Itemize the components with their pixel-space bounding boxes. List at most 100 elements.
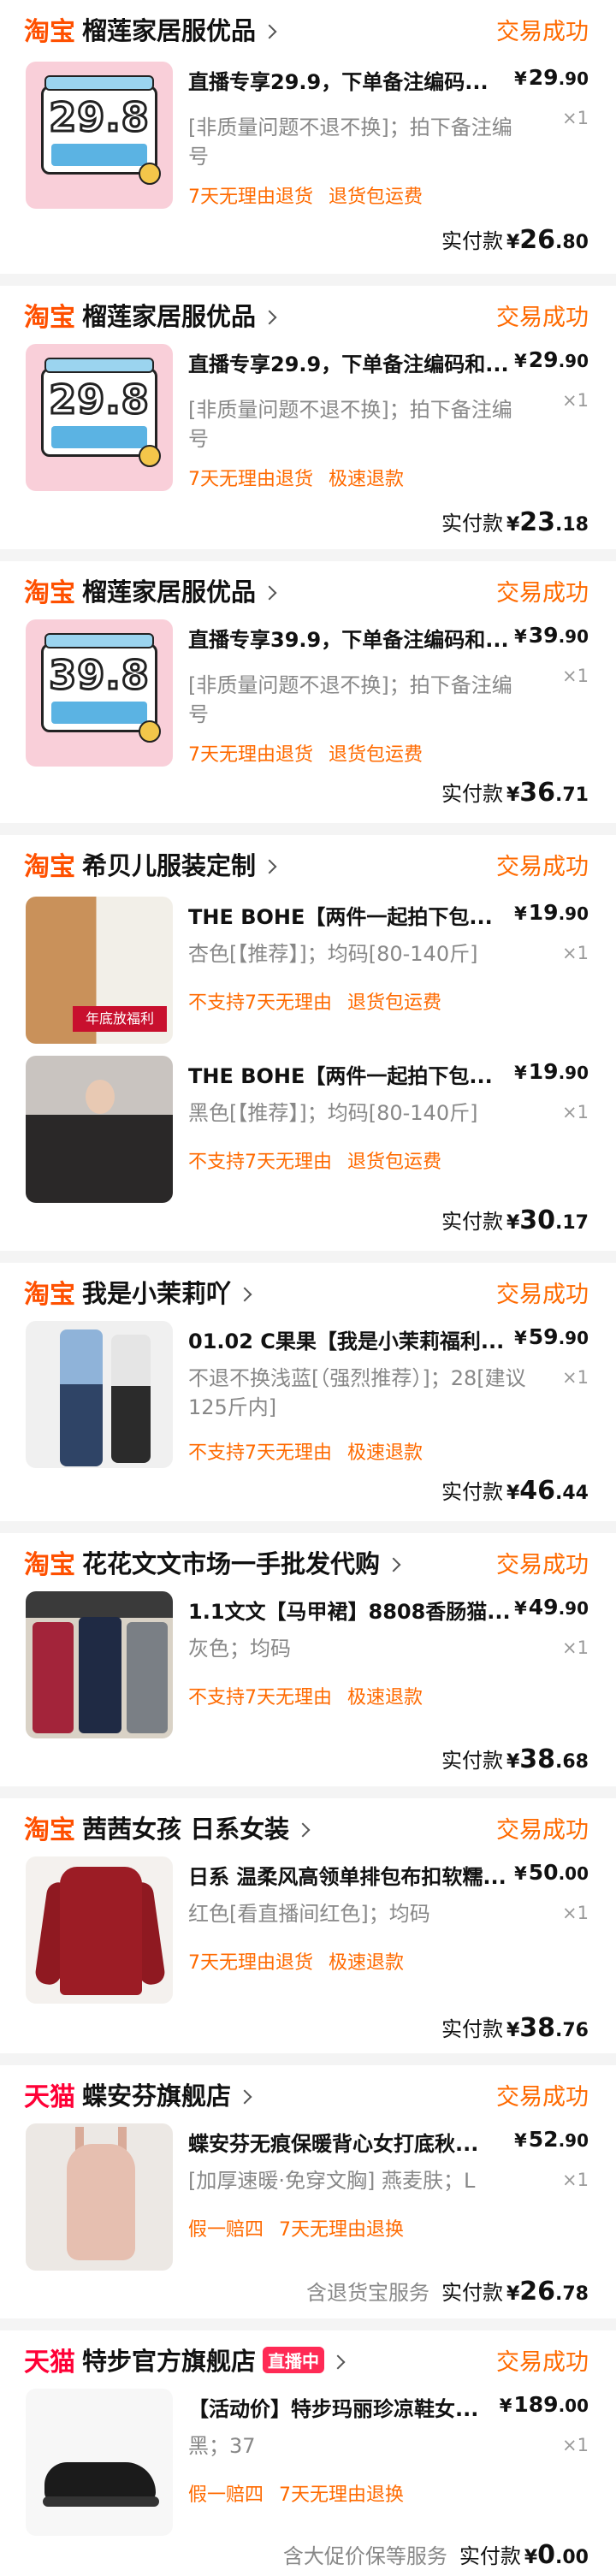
product-title[interactable]: THE BOHE【两件一起拍下包...: [188, 900, 513, 930]
chevron-right-icon: [330, 2354, 346, 2370]
platform-logo: 天猫: [24, 2082, 75, 2112]
shop-name[interactable]: 希贝儿服装定制: [82, 846, 277, 882]
shop-header[interactable]: 淘宝 榴莲家居服优品 交易成功: [0, 572, 616, 608]
order-item[interactable]: 年底放福利 THE BOHE【两件一起拍下包... ¥19.90 杏色[【推荐】]；均…: [0, 897, 616, 1051]
order-item[interactable]: 1.1文文【马甲裙】8808香肠猫... ¥49.90 灰色；均码 ×1 不支持7天无理…: [0, 1591, 616, 1745]
shop-name[interactable]: 蝶安芬旗舰店: [82, 2076, 252, 2112]
product-thumbnail[interactable]: [26, 1591, 173, 1738]
order-card[interactable]: 天猫 蝶安芬旗舰店 交易成功蝶安芬无痕保暖背心女打底秋... ¥52.90 [加厚速暖·…: [0, 2065, 616, 2318]
order-status: 交易成功: [496, 1551, 589, 1578]
order-status: 交易成功: [496, 2348, 589, 2376]
paid-label: 实付款: [441, 2281, 503, 2305]
price-integer: 19: [528, 900, 559, 925]
paid-integer: 0: [537, 2540, 556, 2570]
order-card[interactable]: 淘宝 榴莲家居服优品 交易成功 39.8 直播专享39.9，下单备注编码和... ¥39.…: [0, 561, 616, 823]
order-item[interactable]: 日系 温柔风高领单排包布扣软糯... ¥50.00 红色[看直播间红色]；均码 ×1 7…: [0, 1856, 616, 2010]
shop-name[interactable]: 特步官方旗舰店 直播中: [82, 2342, 346, 2378]
product-quantity: ×1: [562, 1637, 589, 1658]
price-decimal: .90: [558, 1598, 589, 1619]
service-tags: 7天无理由退货 退货包运费: [188, 739, 438, 767]
thumbnail-banner: [44, 358, 154, 373]
price-integer: 50: [528, 1860, 559, 1885]
shop-name-text: 榴莲家居服优品: [82, 577, 257, 607]
service-tag: 极速退款: [329, 1952, 405, 1974]
service-tag: 7天无理由退货: [188, 187, 313, 208]
product-thumbnail[interactable]: 年底放福利: [26, 897, 173, 1044]
product-title[interactable]: 直播专享29.9，下单备注编码和...: [188, 347, 513, 377]
product-title[interactable]: THE BOHE【两件一起拍下包...: [188, 1059, 513, 1089]
service-note: 含大促价保等服务: [282, 2544, 447, 2568]
paid-integer: 23: [519, 507, 556, 537]
product-thumbnail[interactable]: [26, 1321, 173, 1468]
product-thumbnail[interactable]: 29.8: [26, 62, 173, 209]
paid-label: 实付款: [459, 2544, 521, 2568]
shop-name[interactable]: 我是小茉莉吖: [82, 1274, 252, 1310]
shop-header[interactable]: 淘宝 我是小茉莉吖 交易成功: [0, 1274, 616, 1310]
paid-amount-row: 含退货宝服务 实付款 ¥26.78: [306, 2276, 589, 2307]
service-tags: 7天无理由退货 极速退款: [188, 464, 419, 491]
price-decimal: .90: [558, 68, 589, 89]
order-status: 交易成功: [496, 1816, 589, 1844]
order-card[interactable]: 淘宝 榴莲家居服优品 交易成功 29.8 直播专享29.9，下单备注编码和... ¥29.…: [0, 286, 616, 549]
order-card[interactable]: 淘宝 希贝儿服装定制 交易成功 年底放福利 THE BOHE【两件一起拍下包... ¥19…: [0, 835, 616, 1251]
order-card[interactable]: 淘宝 茜茜女孩 日系女装 交易成功 日系 温柔风高领单排包布扣软糯... ¥50.00 红…: [0, 1798, 616, 2053]
order-item[interactable]: 29.8 直播专享29.9，下单备注编码... ¥29.90 [非质量问题不退不换]；…: [0, 62, 616, 216]
paid-label: 实付款: [441, 1480, 503, 1504]
price-decimal: .90: [558, 351, 589, 371]
product-title[interactable]: 01.02 C果果【我是小茉莉福利...: [188, 1324, 513, 1354]
order-card[interactable]: 淘宝 花花文文市场一手批发代购 交易成功 1.1文文【马甲裙】8808香肠猫... ¥4…: [0, 1533, 616, 1786]
order-item[interactable]: 蝶安芬无痕保暖背心女打底秋... ¥52.90 [加厚速暖·免穿文胸] 燕麦肤；L ×…: [0, 2123, 616, 2277]
product-title[interactable]: 【活动价】特步玛丽珍凉鞋女...: [188, 2392, 513, 2422]
order-item[interactable]: 01.02 C果果【我是小茉莉福利... ¥59.90 不退不换浅蓝[（强烈推荐）]…: [0, 1321, 616, 1475]
shop-header[interactable]: 淘宝 榴莲家居服优品 交易成功: [0, 11, 616, 47]
product-thumbnail[interactable]: [26, 1056, 173, 1203]
currency-symbol: ¥: [506, 514, 520, 536]
chevron-right-icon: [262, 310, 277, 325]
model-figure: [60, 1329, 103, 1466]
product-thumbnail[interactable]: 29.8: [26, 344, 173, 491]
shop-name[interactable]: 榴莲家居服优品: [82, 297, 277, 333]
shop-name[interactable]: 茜茜女孩 日系女装: [82, 1809, 311, 1845]
paid-amount-row: 实付款 ¥38.68: [441, 1744, 589, 1774]
order-item[interactable]: 【活动价】特步玛丽珍凉鞋女... ¥189.00 黑；37 ×1 假一赔四 7天无理由退换: [0, 2389, 616, 2543]
shop-name[interactable]: 榴莲家居服优品: [82, 572, 277, 608]
platform-logo: 淘宝: [24, 17, 75, 47]
currency-symbol: ¥: [514, 2130, 527, 2151]
product-title[interactable]: 直播专享29.9，下单备注编码...: [188, 65, 513, 95]
product-title[interactable]: 1.1文文【马甲裙】8808香肠猫...: [188, 1595, 513, 1625]
order-item[interactable]: THE BOHE【两件一起拍下包... ¥19.90 黑色[【推荐】]；均码[80-…: [0, 1056, 616, 1210]
product-thumbnail[interactable]: [26, 2389, 173, 2536]
service-tags: 不支持7天无理由 退货包运费: [188, 1146, 457, 1174]
product-thumbnail[interactable]: 39.8: [26, 619, 173, 767]
shop-header[interactable]: 淘宝 茜茜女孩 日系女装 交易成功: [0, 1810, 616, 1845]
shop-header[interactable]: 天猫 蝶安芬旗舰店 交易成功: [0, 2076, 616, 2112]
paid-decimal: .17: [555, 1212, 589, 1234]
order-item[interactable]: 29.8 直播专享29.9，下单备注编码和... ¥29.90 [非质量问题不退不换]…: [0, 344, 616, 498]
service-tag: 不支持7天无理由: [188, 1442, 332, 1464]
product-thumbnail[interactable]: [26, 2123, 173, 2271]
product-quantity: ×1: [562, 2170, 589, 2190]
model-figure: [111, 1335, 151, 1463]
order-card[interactable]: 天猫 特步官方旗舰店 直播中 交易成功 【活动价】特步玛丽珍凉鞋女... ¥189.00 黑…: [0, 2330, 616, 2576]
product-spec: [非质量问题不退不换]；拍下备注编号: [188, 115, 512, 169]
order-card[interactable]: 淘宝 榴莲家居服优品 交易成功 29.8 直播专享29.9，下单备注编码... ¥29.9…: [0, 0, 616, 274]
product-title[interactable]: 蝶安芬无痕保暖背心女打底秋...: [188, 2127, 513, 2157]
product-title[interactable]: 直播专享39.9，下单备注编码和...: [188, 623, 513, 653]
garment: [79, 1617, 121, 1733]
platform-logo: 淘宝: [24, 303, 75, 333]
order-item[interactable]: 39.8 直播专享39.9，下单备注编码和... ¥39.90 [非质量问题不退不换]…: [0, 619, 616, 773]
chevron-right-icon: [262, 24, 277, 39]
shop-header[interactable]: 天猫 特步官方旗舰店 直播中 交易成功: [0, 2342, 616, 2378]
order-status: 交易成功: [496, 853, 589, 880]
shop-header[interactable]: 淘宝 榴莲家居服优品 交易成功: [0, 297, 616, 333]
shop-header[interactable]: 淘宝 希贝儿服装定制 交易成功: [0, 846, 616, 882]
shop-header[interactable]: 淘宝 花花文文市场一手批发代购 交易成功: [0, 1544, 616, 1580]
shop-name[interactable]: 榴莲家居服优品: [82, 11, 277, 47]
paid-amount-row: 实付款 ¥38.76: [441, 2012, 589, 2043]
shop-name[interactable]: 花花文文市场一手批发代购: [82, 1544, 401, 1580]
currency-symbol: ¥: [524, 2547, 538, 2568]
product-quantity: ×1: [562, 1367, 589, 1388]
order-card[interactable]: 淘宝 我是小茉莉吖 交易成功 01.02 C果果【我是小茉莉福利... ¥59.90 不退…: [0, 1263, 616, 1521]
product-thumbnail[interactable]: [26, 1856, 173, 2004]
product-title[interactable]: 日系 温柔风高领单排包布扣软糯...: [188, 1860, 513, 1890]
